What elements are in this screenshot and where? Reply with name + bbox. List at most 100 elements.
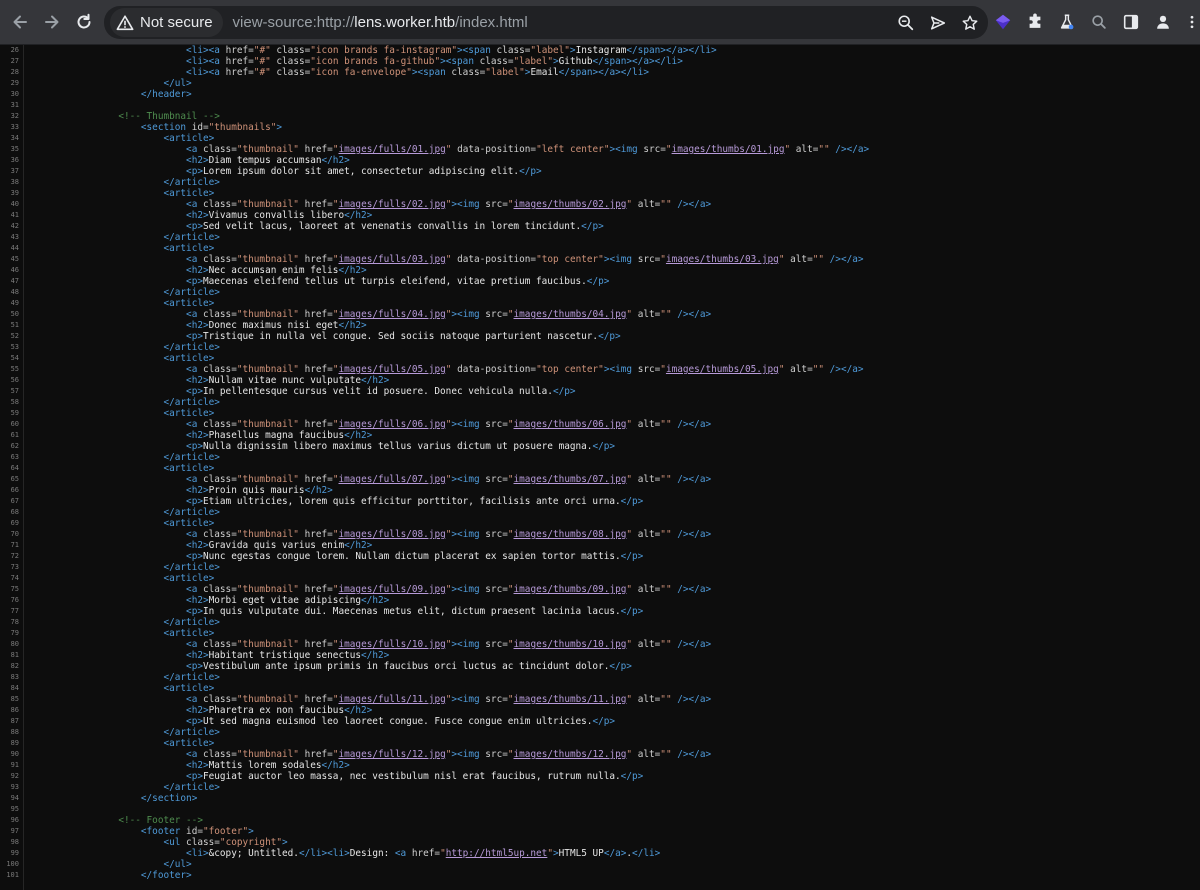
back-button[interactable] bbox=[4, 6, 36, 38]
tag-token: > bbox=[282, 837, 288, 848]
source-link[interactable]: images/fulls/01.jpg bbox=[339, 144, 446, 155]
source-link[interactable]: images/thumbs/09.jpg bbox=[514, 584, 627, 595]
tag-token: /></a> bbox=[671, 639, 712, 650]
line-content: </article> bbox=[28, 342, 219, 353]
address-bar[interactable]: Not secure view-source:http://lens.worke… bbox=[104, 6, 988, 39]
menu-button[interactable] bbox=[1184, 11, 1200, 33]
attribute-value: "#" bbox=[253, 45, 271, 56]
source-link[interactable]: images/thumbs/01.jpg bbox=[672, 144, 785, 155]
line-number: 61 bbox=[10, 431, 19, 439]
source-link[interactable]: images/thumbs/07.jpg bbox=[514, 474, 627, 485]
source-link[interactable]: images/fulls/06.jpg bbox=[339, 419, 446, 430]
line-content: <h2>Nullam vitae nunc vulputate</h2> bbox=[28, 375, 389, 386]
source-link[interactable]: images/fulls/03.jpg bbox=[339, 254, 446, 265]
attribute-name: alt= bbox=[790, 254, 813, 265]
tag-token: <a bbox=[186, 364, 203, 375]
zoom-button[interactable] bbox=[896, 13, 916, 33]
attribute-name: src= bbox=[485, 474, 508, 485]
attribute-name: src= bbox=[485, 584, 508, 595]
source-link[interactable]: images/fulls/09.jpg bbox=[339, 584, 446, 595]
side-panel-button[interactable] bbox=[1120, 11, 1142, 33]
tag-token: <article> bbox=[163, 738, 215, 749]
bookmark-button[interactable] bbox=[960, 13, 980, 33]
attribute-name: src= bbox=[637, 364, 661, 375]
attribute-name: class= bbox=[202, 749, 237, 760]
tag-token: <h2> bbox=[186, 540, 209, 551]
source-link[interactable]: images/fulls/07.jpg bbox=[339, 474, 446, 485]
source-link[interactable]: images/fulls/04.jpg bbox=[339, 309, 446, 320]
source-link[interactable]: images/thumbs/05.jpg bbox=[666, 364, 779, 375]
extension-button[interactable] bbox=[992, 11, 1014, 33]
text-content: Tristique in nulla vel congue. Sed socii… bbox=[202, 331, 599, 342]
security-chip[interactable]: Not secure bbox=[110, 8, 223, 37]
source-link[interactable]: images/thumbs/02.jpg bbox=[514, 199, 627, 210]
forward-button[interactable] bbox=[36, 6, 68, 38]
line-content: </article> bbox=[28, 452, 219, 463]
source-link[interactable]: images/thumbs/08.jpg bbox=[514, 529, 627, 540]
attribute-name: href= bbox=[411, 848, 441, 859]
tag-token: </p> bbox=[592, 441, 616, 452]
line-number: 84 bbox=[10, 684, 19, 692]
line-content: <footer id="footer"> bbox=[28, 826, 254, 837]
source-line: 96 <!-- Footer --> bbox=[0, 815, 1200, 826]
source-link[interactable]: images/thumbs/03.jpg bbox=[666, 254, 779, 265]
back-icon bbox=[13, 15, 27, 29]
text-content: Vivamus convallis libero bbox=[208, 210, 345, 221]
source-link[interactable]: images/fulls/11.jpg bbox=[339, 694, 446, 705]
line-content: <p>Maecenas eleifend tellus ut turpis el… bbox=[28, 276, 609, 287]
attribute-name: alt= bbox=[637, 199, 661, 210]
menu-icon bbox=[1190, 15, 1194, 29]
source-line: 94 </section> bbox=[0, 793, 1200, 804]
source-line: 101 </footer> bbox=[0, 870, 1200, 881]
source-line: 26 <li><a href="#" class="icon brands fa… bbox=[0, 45, 1200, 56]
tag-token: </p> bbox=[552, 386, 576, 397]
reload-button[interactable] bbox=[68, 6, 100, 38]
source-link[interactable]: images/fulls/08.jpg bbox=[339, 529, 446, 540]
source-link[interactable]: images/thumbs/12.jpg bbox=[514, 749, 627, 760]
source-link[interactable]: images/fulls/05.jpg bbox=[339, 364, 446, 375]
line-content: <article> bbox=[28, 573, 214, 584]
line-content: <a class="thumbnail" href="images/fulls/… bbox=[28, 419, 711, 430]
source-link[interactable]: http://html5up.net bbox=[446, 848, 548, 859]
line-number: 58 bbox=[10, 398, 19, 406]
tag-token: <a bbox=[394, 848, 412, 859]
line-number: 78 bbox=[10, 618, 19, 626]
source-line: 69 <article> bbox=[0, 518, 1200, 529]
attribute-name: src= bbox=[637, 254, 661, 265]
zoom-icon bbox=[898, 14, 914, 30]
source-link[interactable]: images/fulls/02.jpg bbox=[339, 199, 446, 210]
source-link[interactable]: images/fulls/10.jpg bbox=[339, 639, 446, 650]
tag-token: </span></a></li> bbox=[592, 56, 683, 67]
line-number: 38 bbox=[10, 178, 19, 186]
extensions-menu-button[interactable] bbox=[1024, 11, 1046, 33]
line-content: </ul> bbox=[28, 859, 191, 870]
source-link[interactable]: images/thumbs/10.jpg bbox=[514, 639, 627, 650]
line-content: <h2>Mattis lorem sodales</h2> bbox=[28, 760, 350, 771]
search-extension-button[interactable] bbox=[1088, 11, 1110, 33]
source-link[interactable]: images/thumbs/06.jpg bbox=[514, 419, 627, 430]
labs-button[interactable] bbox=[1056, 11, 1078, 33]
attribute-name: src= bbox=[643, 144, 666, 155]
tag-token: </section> bbox=[140, 793, 198, 804]
source-link[interactable]: images/fulls/12.jpg bbox=[339, 749, 446, 760]
attribute-value: "thumbnail" bbox=[236, 419, 299, 430]
line-number: 97 bbox=[10, 827, 19, 835]
source-link[interactable]: images/thumbs/04.jpg bbox=[514, 309, 627, 320]
source-view[interactable]: 26 <li><a href="#" class="icon brands fa… bbox=[0, 45, 1200, 890]
profile-button[interactable] bbox=[1152, 11, 1174, 33]
url-text[interactable]: view-source:http://lens.worker.htb/index… bbox=[233, 14, 528, 31]
send-tab-button[interactable] bbox=[928, 13, 948, 33]
tag-token: <a bbox=[186, 749, 203, 760]
source-link[interactable]: images/thumbs/11.jpg bbox=[514, 694, 627, 705]
